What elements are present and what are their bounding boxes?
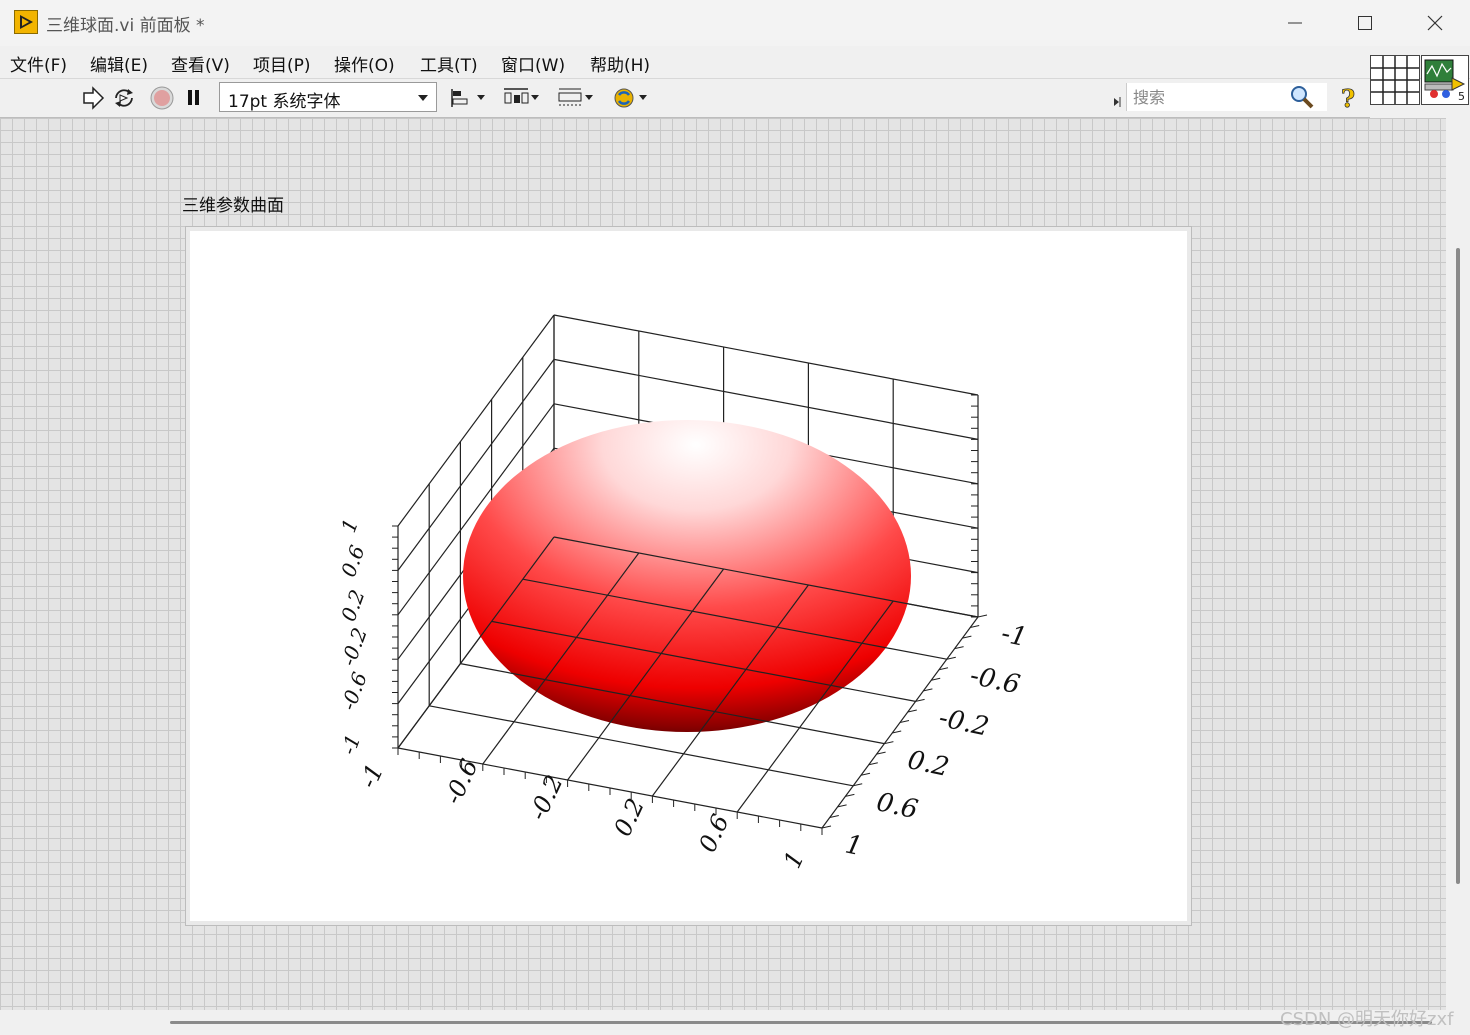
search-expand-icon[interactable]: [1113, 92, 1121, 111]
labview-app-icon: [14, 10, 38, 34]
window-title: 三维球面.vi 前面板 *: [46, 16, 205, 36]
menu-bar: 文件(F) 编辑(E) 查看(V) 项目(P) 操作(O) 工具(T) 窗口(W…: [0, 46, 1470, 79]
menu-view[interactable]: 查看(V): [171, 51, 230, 76]
minimize-button[interactable]: [1260, 0, 1330, 46]
vi-icon[interactable]: 5: [1421, 55, 1469, 105]
sphere-surface: [463, 420, 911, 732]
align-icon[interactable]: [449, 85, 489, 111]
chevron-down-icon: [418, 95, 428, 101]
z-tick-label: -0.6: [336, 669, 372, 714]
search-input[interactable]: [1131, 85, 1285, 109]
y-tick-label: 1: [843, 830, 865, 863]
title-bar: 三维球面.vi 前面板 *: [0, 0, 1470, 46]
z-tick-label: -0.2: [336, 624, 372, 668]
menu-file[interactable]: 文件(F): [10, 51, 67, 76]
y-tick-label: -0.2: [936, 703, 991, 743]
z-tick-label: 0.2: [336, 586, 369, 624]
close-button[interactable]: [1400, 0, 1470, 46]
z-tick-label: 1: [336, 516, 363, 536]
graph-label: 三维参数曲面: [182, 196, 284, 216]
font-select[interactable]: 17pt 系统字体: [219, 82, 437, 112]
abort-icon[interactable]: [149, 85, 175, 111]
menu-project[interactable]: 项目(P): [253, 51, 311, 76]
menu-tools[interactable]: 工具(T): [420, 51, 478, 76]
connector-pane[interactable]: [1370, 55, 1420, 105]
search-icon[interactable]: [1289, 84, 1315, 114]
distribute-icon[interactable]: [502, 85, 542, 111]
back-wall-horizontal-gridline: [553, 358, 979, 440]
resize-icon[interactable]: [556, 85, 596, 111]
x-tick-label: 0.6: [693, 810, 735, 856]
toolbar: 17pt 系统字体 ?: [0, 79, 1370, 118]
watermark: CSDN @明天你好zxf: [1280, 1009, 1454, 1030]
maximize-button[interactable]: [1330, 0, 1400, 46]
pause-icon[interactable]: [181, 85, 207, 111]
z-tick-label: 0.6: [336, 542, 370, 580]
menu-help[interactable]: 帮助(H): [590, 51, 650, 76]
menu-edit[interactable]: 编辑(E): [90, 51, 148, 76]
reorder-icon[interactable]: [611, 85, 651, 111]
x-tick-label: -1: [354, 760, 389, 793]
font-select-value: 17pt 系统字体: [228, 92, 341, 112]
x-tick-label: 1: [778, 847, 810, 873]
back-wall-horizontal-gridline: [553, 314, 979, 396]
menu-window[interactable]: 窗口(W): [501, 51, 565, 76]
run-continuously-icon[interactable]: [111, 85, 137, 111]
3d-surface-graph[interactable]: -1 -0.6 -0.2 0.2 0.6 1 -1 -0.6 -0.2 0.2 0.6 1 -1 -0.6…: [190, 231, 1187, 921]
y-tick-label: -0.6: [967, 661, 1022, 701]
y-tick-label: 0.6: [874, 787, 921, 825]
y-tick-label: -1: [999, 619, 1030, 654]
svg-text:?: ?: [1341, 85, 1355, 111]
menu-operate[interactable]: 操作(O): [334, 51, 395, 76]
vertical-scrollbar-thumb[interactable]: [1456, 248, 1460, 884]
y-tick-label: 0.2: [905, 745, 952, 783]
plot-area[interactable]: -1 -0.6 -0.2 0.2 0.61-1-0.6-0.20.20.61-1-0.6…: [190, 231, 1187, 921]
help-icon[interactable]: ?: [1337, 84, 1363, 114]
z-tick-label: -1: [336, 731, 365, 758]
y-axis-tick: [977, 614, 988, 618]
run-arrow-icon[interactable]: [80, 85, 106, 111]
vi-icon-number: 5: [1458, 90, 1465, 103]
search-box: [1126, 83, 1327, 111]
horizontal-scrollbar-thumb[interactable]: [170, 1021, 1432, 1024]
x-tick-label: 0.2: [608, 794, 650, 840]
